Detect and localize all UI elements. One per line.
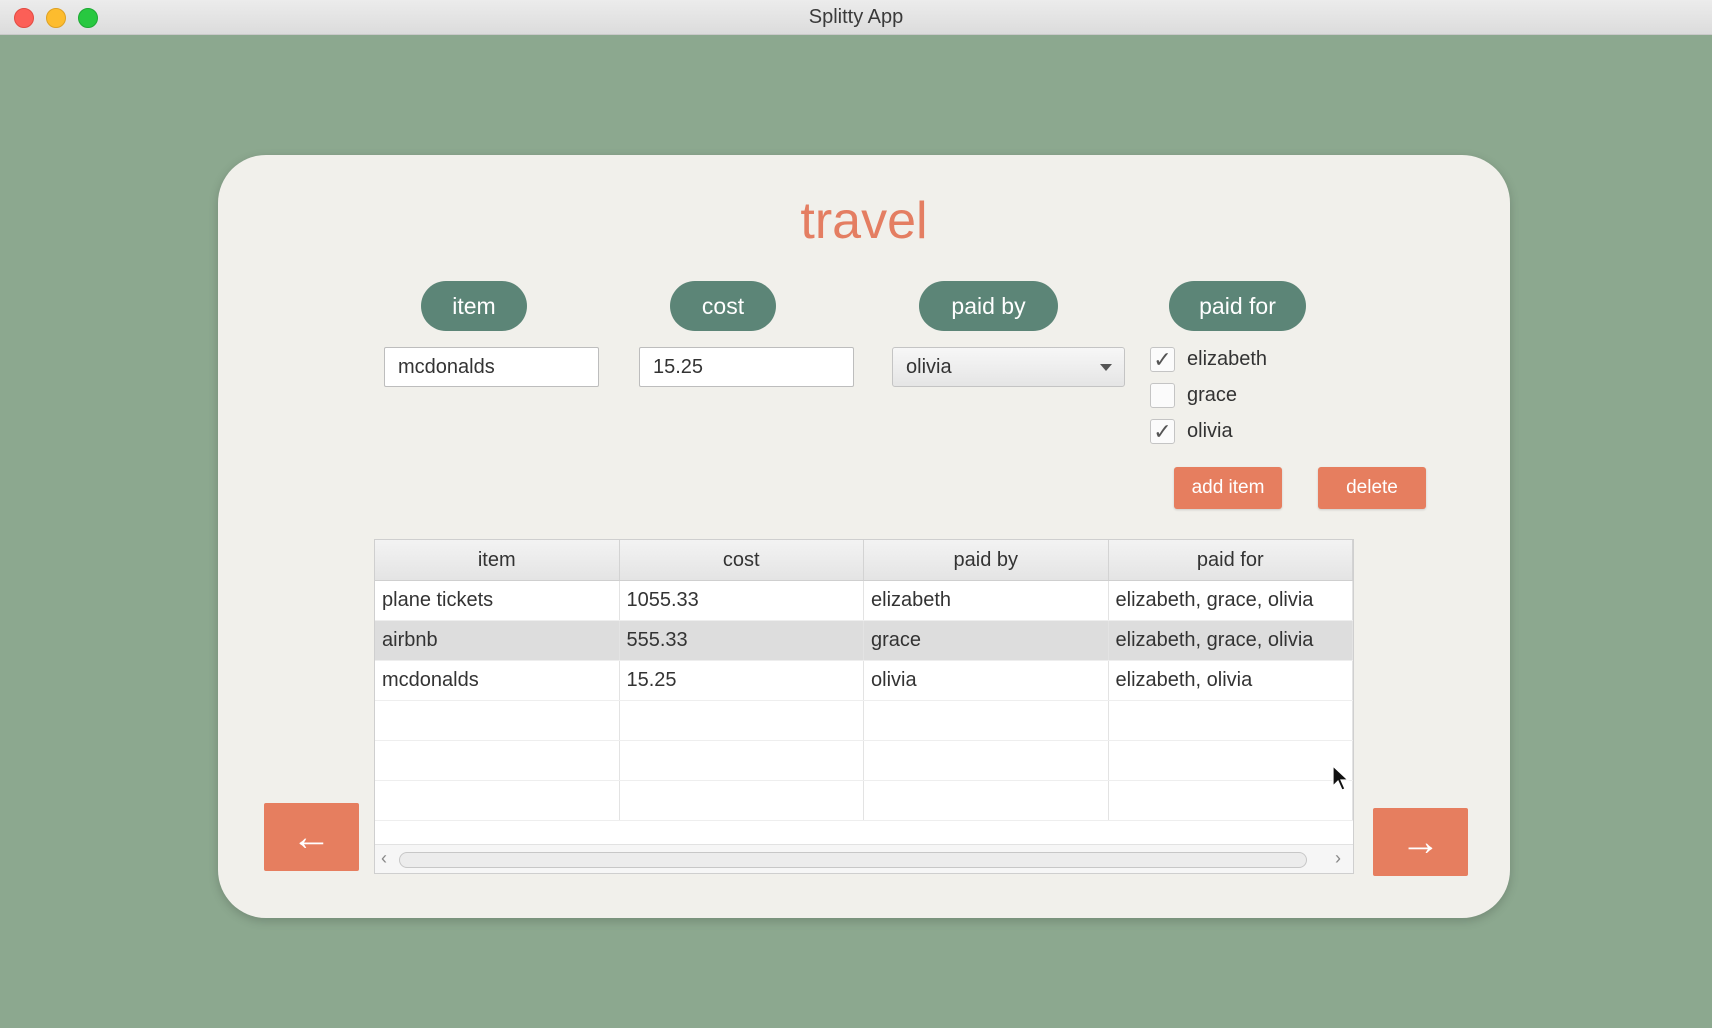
table-cell: 1055.33 [620, 581, 864, 620]
arrow-right-icon: → [1400, 819, 1441, 864]
table-cell: mcdonalds [375, 661, 620, 700]
table-cell: 15.25 [620, 661, 864, 700]
app-window: Splitty App travel item cost paid by pai… [0, 0, 1712, 1028]
delete-button[interactable]: delete [1318, 467, 1426, 509]
table-row-empty [375, 781, 1353, 821]
checkbox-olivia[interactable]: ✓ [1150, 419, 1175, 444]
scroll-left-icon[interactable]: ‹ [381, 848, 387, 869]
forward-button[interactable]: → [1373, 808, 1468, 876]
back-button[interactable]: ← [264, 803, 359, 871]
page-title: travel [800, 192, 928, 250]
paid-for-option-olivia[interactable]: ✓ olivia [1150, 419, 1233, 444]
arrow-left-icon: ← [291, 814, 332, 859]
paid-by-selected-value: olivia [906, 355, 952, 378]
title-bar: Splitty App [0, 0, 1712, 35]
cost-label-pill: cost [670, 281, 776, 331]
checkbox-label: olivia [1187, 420, 1233, 442]
paid-for-label-pill: paid for [1169, 281, 1306, 331]
mouse-pointer-icon [1332, 765, 1350, 791]
table-cell: elizabeth [864, 581, 1109, 620]
table-row-empty [375, 741, 1353, 781]
table-cell: elizabeth, grace, olivia [1109, 621, 1353, 660]
table-cell: grace [864, 621, 1109, 660]
scroll-thumb[interactable] [399, 852, 1307, 868]
checkbox-label: grace [1187, 384, 1238, 406]
item-input[interactable] [384, 347, 599, 387]
checkmark-icon: ✓ [1153, 419, 1172, 444]
checkmark-icon: ✓ [1153, 347, 1172, 372]
table-cell: plane tickets [375, 581, 620, 620]
table-row[interactable]: plane tickets 1055.33 elizabeth elizabet… [375, 581, 1353, 621]
paid-for-option-elizabeth[interactable]: ✓ elizabeth [1150, 347, 1267, 372]
checkbox-label: elizabeth [1187, 348, 1268, 370]
chevron-down-icon [1100, 364, 1112, 371]
horizontal-scrollbar[interactable]: ‹ › [375, 844, 1353, 873]
paid-by-label-pill: paid by [919, 281, 1058, 331]
table-header: item cost paid by paid for [375, 540, 1353, 581]
add-item-button[interactable]: add item [1174, 467, 1282, 509]
app-content: travel item cost paid by paid for olivia… [0, 35, 1712, 1028]
table-cell: 555.33 [620, 621, 864, 660]
table-cell: elizabeth, grace, olivia [1109, 581, 1353, 620]
column-header-paid-for[interactable]: paid for [1109, 540, 1353, 580]
items-table: item cost paid by paid for plane tickets… [374, 539, 1354, 874]
scroll-right-icon[interactable]: › [1335, 848, 1341, 869]
table-row[interactable]: mcdonalds 15.25 olivia elizabeth, olivia [375, 661, 1353, 701]
paid-for-option-grace[interactable]: grace [1150, 383, 1237, 408]
table-cell: elizabeth, olivia [1109, 661, 1353, 700]
window-title: Splitty App [808, 6, 904, 28]
item-label-pill: item [421, 281, 527, 331]
table-row[interactable]: airbnb 555.33 grace elizabeth, grace, ol… [375, 621, 1353, 661]
column-header-item[interactable]: item [375, 540, 620, 580]
table-cell: olivia [864, 661, 1109, 700]
table-cell: airbnb [375, 621, 620, 660]
column-header-cost[interactable]: cost [620, 540, 864, 580]
checkbox-grace[interactable] [1150, 383, 1175, 408]
paid-by-select[interactable]: olivia [892, 347, 1125, 387]
column-header-paid-by[interactable]: paid by [864, 540, 1109, 580]
table-row-empty [375, 701, 1353, 741]
checkbox-elizabeth[interactable]: ✓ [1150, 347, 1175, 372]
cost-input[interactable] [639, 347, 854, 387]
